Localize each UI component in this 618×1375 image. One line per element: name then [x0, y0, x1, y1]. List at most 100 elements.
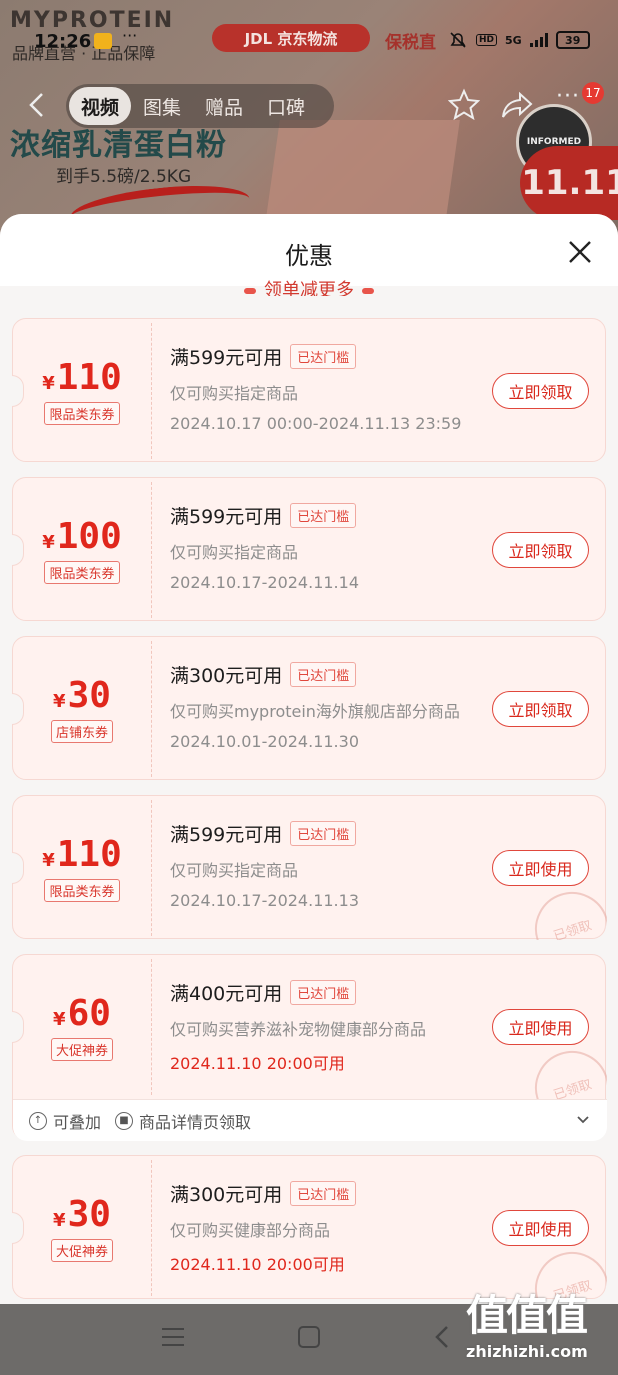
tab-video[interactable]: 视频 — [69, 87, 132, 125]
coupon-scope: 仅可购买营养滋补宠物健康部分商品 — [170, 1020, 427, 1039]
tab-gifts[interactable]: 赠品 — [193, 87, 255, 125]
coupon-validity: 2024.10.17 00:00-2024.11.13 23:59 — [170, 414, 462, 433]
coupon-amount: 60 — [67, 993, 111, 1034]
coupon-info: 满599元可用 已达门槛 仅可购买指定商品 2024.10.17-2024.11.… — [170, 820, 470, 910]
coupon-scope: 仅可购买指定商品 — [170, 861, 299, 880]
promo-1111-badge: 11.11 — [520, 146, 618, 220]
site-watermark: 值值值 zhizhizhi.com — [466, 1290, 616, 1370]
threshold-reached-tag: 已达门槛 — [290, 980, 357, 1005]
coupon-footer[interactable]: ↑ 可叠加 ■ 商品详情页领取 — [13, 1099, 607, 1141]
claimed-stamp: 已领取 — [525, 882, 607, 940]
battery-level: 39 — [565, 33, 581, 47]
close-icon[interactable] — [566, 238, 594, 266]
currency-symbol: ¥ — [42, 850, 55, 871]
threshold-reached-tag: 已达门槛 — [290, 344, 357, 369]
coupon-validity: 2024.10.01-2024.11.30 — [170, 732, 359, 751]
coupon-scope: 仅可购买myprotein海外旗舰店部分商品 — [170, 702, 460, 721]
watermark-url: zhizhizhi.com — [466, 1342, 588, 1361]
system-icons: HD 5G 39 — [448, 30, 590, 50]
section-tip-text: 领单减更多 — [264, 280, 354, 296]
coupon-condition: 满300元可用 — [170, 665, 283, 687]
mute-icon — [450, 32, 466, 48]
coupon-info: 满300元可用 已达门槛 仅可购买myprotein海外旗舰店部分商品 2024.… — [170, 661, 470, 751]
coupon-amount: 110 — [56, 357, 122, 398]
coupon-info: 满400元可用 已达门槛 仅可购买营养滋补宠物健康部分商品 2024.11.10 … — [170, 979, 470, 1074]
coupon-card: 已领取 ¥110 限品类东券 满599元可用 已达门槛 仅可购买指定商品 2024… — [12, 795, 607, 940]
claim-button[interactable]: 立即领取 — [492, 532, 589, 568]
status-time: 12:26 — [34, 31, 92, 52]
coupon-validity: 2024.10.17-2024.11.14 — [170, 573, 359, 592]
coupon-value: ¥110 限品类东券 — [13, 796, 151, 940]
home-icon[interactable] — [298, 1326, 320, 1348]
currency-symbol: ¥ — [53, 1210, 66, 1231]
use-button[interactable]: 立即使用 — [492, 1210, 589, 1246]
source-icon: ■ — [115, 1111, 134, 1130]
claim-button[interactable]: 立即领取 — [492, 691, 589, 727]
coupon-type-tag: 大促神券 — [50, 1239, 113, 1262]
stackable-label: 可叠加 — [53, 1112, 102, 1132]
coupon-card: 已领取 ¥60 大促神券 满400元可用 已达门槛 仅可购买营养滋补宠物健康部分商… — [12, 954, 607, 1141]
stackable-icon: ↑ — [29, 1111, 47, 1130]
coupon-condition: 满599元可用 — [170, 506, 283, 528]
coupon-condition: 满599元可用 — [170, 347, 283, 369]
coupon-card: ¥100 限品类东券 满599元可用 已达门槛 仅可购买指定商品 2024.10.… — [12, 477, 606, 621]
threshold-reached-tag: 已达门槛 — [290, 821, 357, 846]
status-more-dots: ··· — [122, 26, 138, 45]
coupon-type-tag: 大促神券 — [50, 1038, 113, 1061]
currency-symbol: ¥ — [53, 1009, 66, 1030]
share-icon[interactable] — [500, 90, 534, 120]
coupon-amount: 100 — [56, 516, 122, 557]
coupon-validity: 2024.10.17-2024.11.13 — [170, 891, 359, 910]
coupon-card: ¥110 限品类东券 满599元可用 已达门槛 仅可购买指定商品 2024.10.… — [12, 318, 606, 462]
source-label: 商品详情页领取 — [139, 1112, 252, 1132]
coupon-type-tag: 限品类东券 — [44, 402, 120, 425]
notification-icon — [94, 33, 112, 49]
coupon-condition: 满400元可用 — [170, 983, 283, 1005]
tab-gallery[interactable]: 图集 — [131, 87, 193, 125]
coupon-info: 满300元可用 已达门槛 仅可购买健康部分商品 2024.11.10 20:00可… — [170, 1180, 470, 1275]
currency-symbol: ¥ — [42, 532, 55, 553]
top-navigation: 视频 图集 赠品 口碑 ··· 17 — [0, 82, 618, 128]
coupon-type-tag: 限品类东券 — [44, 561, 120, 584]
threshold-reached-tag: 已达门槛 — [290, 1181, 357, 1206]
coupon-value: ¥100 限品类东券 — [13, 478, 151, 622]
back-arrow-icon[interactable] — [24, 90, 50, 120]
coupon-amount: 110 — [56, 834, 122, 875]
coupon-validity: 2024.11.10 20:00可用 — [170, 1054, 345, 1073]
coupon-value: ¥110 限品类东券 — [13, 319, 151, 463]
coupon-value: ¥30 店铺东券 — [13, 637, 151, 781]
use-button[interactable]: 立即使用 — [492, 1009, 589, 1045]
chevron-down-icon[interactable] — [575, 1112, 591, 1128]
coupon-validity: 2024.11.10 20:00可用 — [170, 1255, 345, 1274]
product-subtitle: 到手5.5磅/2.5KG — [56, 167, 192, 187]
coupon-info: 满599元可用 已达门槛 仅可购买指定商品 2024.10.17-2024.11.… — [170, 502, 470, 592]
battery-icon: 39 — [555, 31, 590, 49]
claimed-stamp: 已领取 — [525, 1041, 607, 1099]
media-tabs: 视频 图集 赠品 口碑 — [66, 84, 334, 128]
more-icon[interactable]: ··· — [556, 84, 580, 109]
favorite-star-icon[interactable] — [448, 88, 480, 120]
system-back-icon[interactable] — [432, 1324, 452, 1350]
tab-reviews[interactable]: 口碑 — [255, 87, 317, 125]
coupon-type-tag: 限品类东券 — [44, 879, 120, 902]
currency-symbol: ¥ — [42, 373, 55, 394]
signal-icon — [529, 33, 548, 47]
recent-apps-icon[interactable] — [162, 1328, 184, 1352]
claim-button[interactable]: 立即领取 — [492, 373, 589, 409]
currency-symbol: ¥ — [53, 691, 66, 712]
threshold-reached-tag: 已达门槛 — [290, 503, 357, 528]
sheet-title: 优惠 — [285, 242, 333, 270]
coupon-value: ¥30 大促神券 — [13, 1156, 151, 1300]
coupon-sheet: 优惠 领单减更多 ¥110 限品类东券 满599元可用 已达门槛 仅可购买指定商品… — [0, 214, 618, 1309]
message-count-badge: 17 — [582, 82, 604, 104]
threshold-reached-tag: 已达门槛 — [290, 662, 357, 687]
coupon-info: 满599元可用 已达门槛 仅可购买指定商品 2024.10.17 00:00-20… — [170, 343, 470, 433]
coupon-amount: 30 — [67, 1194, 111, 1235]
status-bar: 12:26 ··· HD 5G 39 — [0, 0, 618, 52]
coupon-condition: 满300元可用 — [170, 1184, 283, 1206]
network-type: 5G — [505, 33, 522, 47]
use-button[interactable]: 立即使用 — [492, 850, 589, 886]
coupon-scope: 仅可购买指定商品 — [170, 543, 299, 562]
coupon-list: ¥110 限品类东券 满599元可用 已达门槛 仅可购买指定商品 2024.10.… — [12, 318, 607, 1309]
coupon-scope: 仅可购买健康部分商品 — [170, 1221, 331, 1240]
